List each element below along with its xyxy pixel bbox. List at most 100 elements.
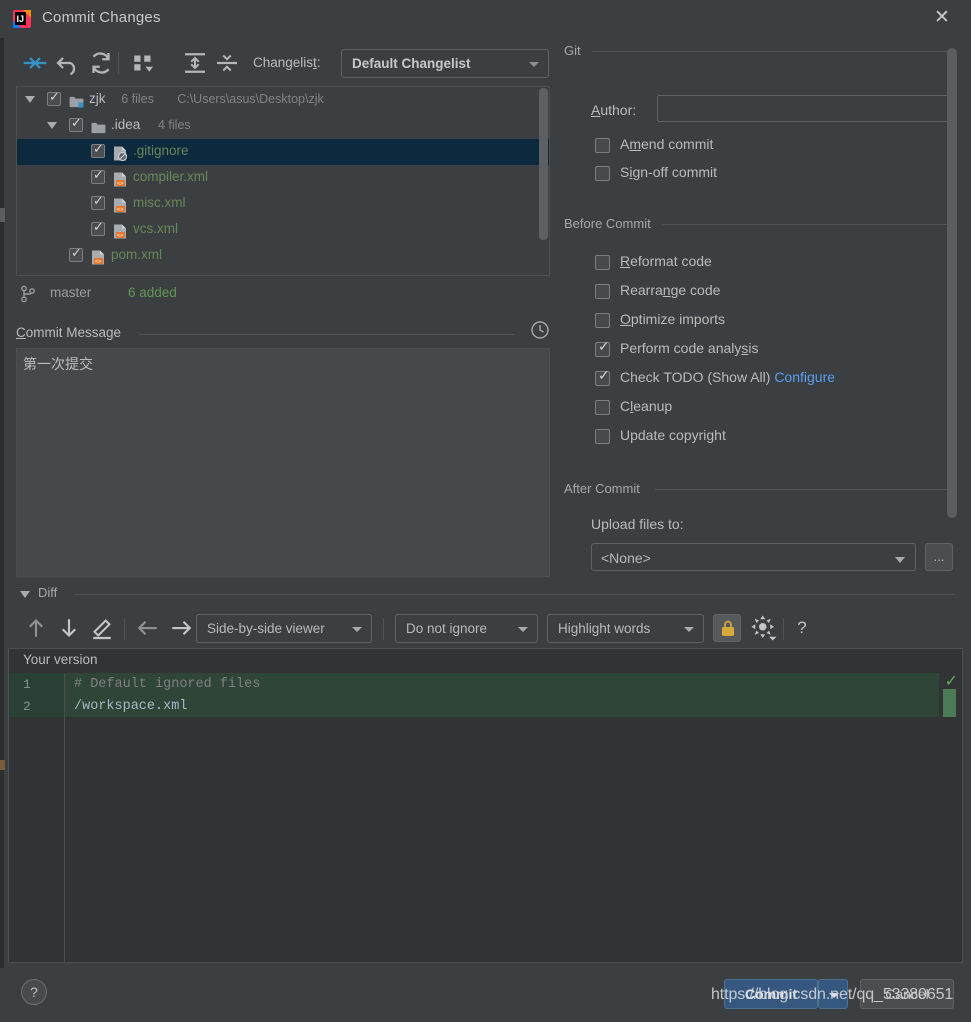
clock-icon[interactable]	[530, 320, 550, 340]
cleanup-checkbox[interactable]	[595, 400, 610, 415]
next-difference-icon[interactable]	[54, 613, 84, 643]
window-left-edge	[0, 0, 4, 1022]
tree-checkbox[interactable]	[91, 193, 105, 210]
ignore-mode-value: Do not ignore	[406, 621, 488, 636]
options-scrollbar[interactable]	[947, 48, 957, 538]
diff-change-marker[interactable]	[943, 689, 956, 717]
tree-checkbox[interactable]	[69, 115, 83, 132]
amend-commit-checkbox[interactable]	[595, 138, 610, 153]
diff-content[interactable]: 1 # Default ignored files 2/workspace.xml …	[9, 673, 962, 962]
perform-code-analysis-checkbox[interactable]	[595, 338, 610, 357]
accept-right-icon[interactable]	[166, 613, 196, 643]
edit-source-icon[interactable]	[87, 613, 117, 643]
check-todo-label: Check TODO (Show All) Configure	[620, 369, 835, 385]
browse-upload-target-button[interactable]: ...	[925, 543, 953, 571]
previous-difference-icon[interactable]	[21, 613, 51, 643]
xml-file-icon: <>	[113, 171, 127, 187]
commit-options-dropdown[interactable]	[818, 979, 848, 1009]
changelist-label: Changelist:	[253, 55, 321, 70]
tree-item-label: misc.xml	[133, 195, 186, 210]
viewer-mode-dropdown[interactable]: Side-by-side viewer	[196, 614, 372, 643]
tree-checkbox[interactable]	[91, 167, 105, 184]
diff-collapse-twisty[interactable]	[20, 591, 30, 598]
tree-checkbox[interactable]	[91, 219, 105, 236]
diff-line-number: 1	[23, 677, 31, 692]
cleanup-label: Cleanup	[620, 398, 673, 414]
show-diff-icon[interactable]	[20, 48, 50, 78]
group-by-icon[interactable]	[128, 48, 158, 78]
diff-pane-title: Your version	[23, 652, 98, 667]
rearrange-code-checkbox[interactable]	[595, 284, 610, 299]
author-field[interactable]	[657, 95, 949, 122]
gitignore-file-icon	[113, 145, 127, 162]
collapse-all-icon[interactable]	[212, 48, 242, 78]
cancel-button[interactable]: Cancel	[860, 979, 954, 1009]
reformat-code-checkbox[interactable]	[595, 255, 610, 270]
xml-file-icon: <>	[91, 249, 105, 265]
tree-row-zjk[interactable]: zjk 6 files C:\Users\asus\Desktop\zjk	[17, 87, 549, 113]
refresh-icon[interactable]	[86, 48, 116, 78]
chevron-down-icon	[529, 62, 539, 67]
tree-twisty[interactable]	[25, 96, 35, 103]
tree-scrollbar-thumb[interactable]	[539, 88, 548, 240]
check-todo-checkbox[interactable]	[595, 367, 610, 386]
edge-marker	[0, 208, 5, 222]
toolbar-separator	[118, 52, 119, 74]
diff-viewer: Your version 1 # Default ignored files 2/w…	[8, 648, 963, 963]
changes-toolbar: Changelist: Default Changelist	[0, 48, 560, 82]
tree-row-pom-xml[interactable]: <> pom.xml	[17, 243, 549, 269]
xml-file-icon: <>	[113, 223, 127, 239]
expand-all-icon[interactable]	[180, 48, 210, 78]
help-button[interactable]: ?	[21, 979, 47, 1005]
tree-checkbox[interactable]	[69, 245, 83, 262]
sign-off-commit-checkbox[interactable]	[595, 166, 610, 181]
tree-item-label: compiler.xml	[133, 169, 209, 184]
tree-scrollbar[interactable]	[539, 88, 548, 275]
rollback-icon[interactable]	[53, 48, 83, 78]
commit-button[interactable]: Commit	[724, 979, 818, 1009]
upload-target-dropdown[interactable]: <None>	[591, 543, 916, 571]
highlight-mode-dropdown[interactable]: Highlight words	[547, 614, 704, 643]
reformat-code-label: Reformat code	[620, 253, 712, 269]
git-section-divider	[592, 51, 949, 52]
changed-files-tree[interactable]: zjk 6 files C:\Users\asus\Desktop\zjk .ide…	[16, 86, 550, 276]
upload-target-value: <None>	[601, 550, 651, 566]
close-icon[interactable]: ✕	[931, 8, 953, 29]
check-icon: ✓	[944, 673, 958, 690]
diff-divider	[74, 594, 955, 595]
branch-name: master	[50, 285, 92, 300]
diff-toolbar-separator	[124, 618, 125, 640]
section-divider	[138, 334, 514, 335]
tree-row--idea[interactable]: .idea 4 files	[17, 113, 549, 139]
diff-help-icon[interactable]: ?	[791, 618, 813, 638]
tree-row-misc-xml[interactable]: <> misc.xml	[17, 191, 549, 217]
diff-section-label: Diff	[38, 585, 58, 600]
sign-off-commit-label: Sign-off commit	[620, 164, 718, 180]
tree-row-compiler-xml[interactable]: <> compiler.xml	[17, 165, 549, 191]
ignore-mode-dropdown[interactable]: Do not ignore	[395, 614, 538, 643]
tree-row--gitignore[interactable]: .gitignore	[17, 139, 549, 165]
viewer-mode-value: Side-by-side viewer	[207, 621, 325, 636]
optimize-imports-checkbox[interactable]	[595, 313, 610, 328]
options-scrollbar-thumb[interactable]	[947, 48, 957, 518]
configure-link[interactable]: Configure	[774, 369, 835, 385]
accept-left-icon[interactable]	[133, 613, 163, 643]
gear-icon[interactable]	[749, 613, 779, 643]
svg-text:IJ: IJ	[17, 14, 25, 24]
commit-message-input[interactable]: 第一次提交	[16, 348, 550, 577]
changelist-dropdown[interactable]: Default Changelist	[341, 49, 549, 78]
tree-checkbox[interactable]	[47, 89, 61, 106]
commit-message-header: Commit Message	[16, 321, 550, 343]
perform-code-analysis-label: Perform code analysis	[620, 340, 759, 356]
svg-text:<>: <>	[117, 233, 123, 239]
tree-checkbox[interactable]	[91, 141, 105, 158]
optimize-imports-label: Optimize imports	[620, 311, 726, 327]
tree-twisty[interactable]	[47, 122, 57, 129]
update-copyright-checkbox[interactable]	[595, 429, 610, 444]
commit-options-panel: Git Author: Amend commit Sign-off commit…	[560, 43, 971, 578]
before-commit-divider	[663, 224, 949, 225]
tree-row-vcs-xml[interactable]: <> vcs.xml	[17, 217, 549, 243]
rearrange-code-label: Rearrange code	[620, 282, 721, 298]
lock-button[interactable]	[713, 614, 741, 642]
chevron-down-icon	[352, 627, 362, 632]
